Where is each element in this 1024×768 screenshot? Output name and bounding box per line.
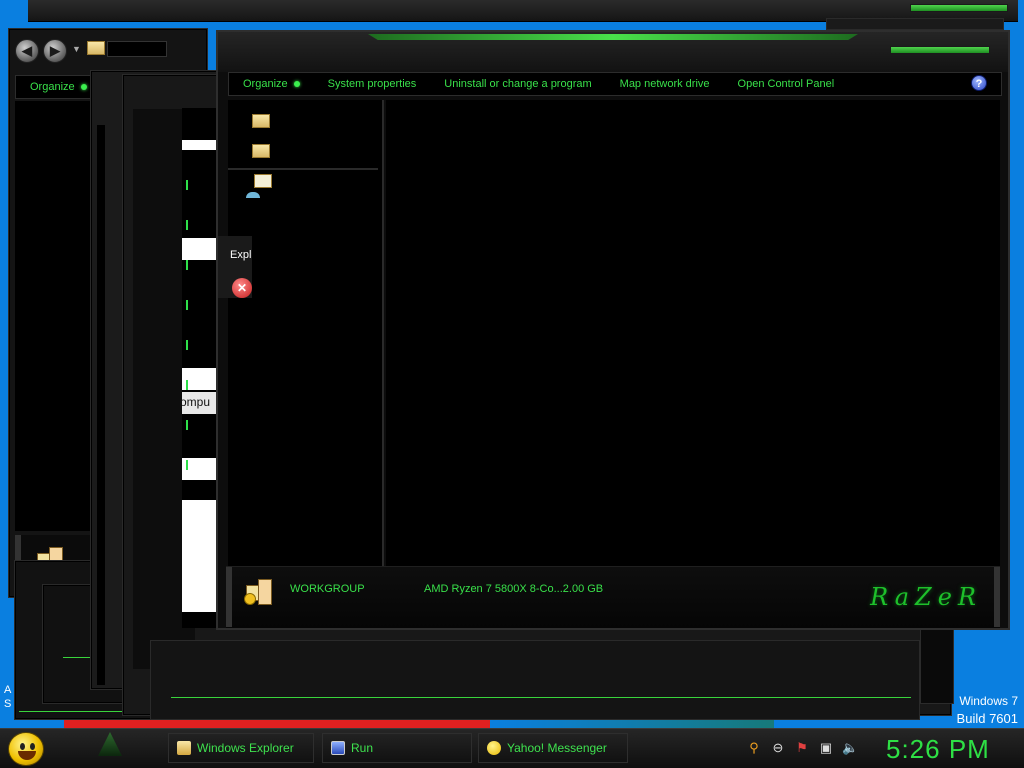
nav-folder-icon[interactable] xyxy=(252,114,270,128)
error-dialog-title: Expl xyxy=(230,249,252,261)
start-orb-mouth xyxy=(18,751,36,760)
taskbar-yahoo-messenger[interactable]: Yahoo! Messenger xyxy=(478,733,628,763)
error-icon: ✕ xyxy=(232,278,252,298)
titlebar-meter xyxy=(910,4,1008,12)
address-bar[interactable] xyxy=(107,41,167,57)
desktop-corner-letter: A xyxy=(4,684,12,696)
uninstall-program-button[interactable]: Uninstall or change a program xyxy=(430,78,605,90)
status-icon[interactable]: ⊖ xyxy=(770,740,786,756)
nav-network-icon[interactable] xyxy=(246,192,260,198)
folder-icon xyxy=(177,741,191,755)
main-explorer-window: Organize System properties Uninstall or … xyxy=(216,30,1010,630)
nav-dropdown-icon[interactable]: ▼ xyxy=(72,44,81,54)
windows-version-watermark: Windows 7 xyxy=(959,694,1018,708)
titlebar-meter xyxy=(890,46,990,54)
open-control-panel-button[interactable]: Open Control Panel xyxy=(724,78,849,90)
organize-menu[interactable]: Organize xyxy=(229,78,314,90)
window-g-white-band xyxy=(182,140,216,150)
processor-memory-label: AMD Ryzen 7 5800X 8-Co...2.00 GB xyxy=(424,583,604,595)
window-g-fragment-text: ompu xyxy=(180,395,211,409)
details-pane: WORKGROUP AMD Ryzen 7 5800X 8-Co...2.00 … xyxy=(226,566,1000,628)
back-button[interactable]: ◀ xyxy=(15,39,39,63)
taskbar-button-label: Windows Explorer xyxy=(197,741,294,755)
content-area[interactable] xyxy=(386,100,1000,566)
network-icon[interactable]: ▣ xyxy=(818,740,834,756)
dropdown-dot-icon xyxy=(293,81,300,88)
yahoo-smiley-icon xyxy=(487,741,501,755)
dropdown-dot-icon xyxy=(80,84,87,91)
start-orb-eye xyxy=(20,743,25,750)
taskbar-run[interactable]: Run xyxy=(322,733,472,763)
run-icon xyxy=(331,741,345,755)
details-left-edge xyxy=(226,567,232,627)
window-d-pane xyxy=(97,125,105,685)
titlebar-green-accent xyxy=(368,34,858,40)
nav-computer-icon[interactable] xyxy=(254,174,272,188)
window-a-organize-menu[interactable]: Organize xyxy=(16,81,101,93)
system-properties-button[interactable]: System properties xyxy=(314,78,431,90)
background-window-strip xyxy=(826,18,1004,30)
map-network-drive-button[interactable]: Map network drive xyxy=(606,78,724,90)
volume-icon[interactable]: 🔈 xyxy=(842,740,858,756)
details-right-edge xyxy=(994,567,1000,627)
window-g-white-band xyxy=(182,500,216,612)
desktop-corner-letter: S xyxy=(4,698,12,710)
razer-logo: RaZeR xyxy=(870,583,982,611)
nav-folder-icon[interactable] xyxy=(252,144,270,158)
main-command-bar: Organize System properties Uninstall or … xyxy=(228,72,1002,96)
background-window-f xyxy=(150,640,920,720)
search-icon[interactable]: ⚲ xyxy=(746,740,762,756)
action-center-flag-icon[interactable]: ⚑ xyxy=(794,740,810,756)
main-window-titlebar[interactable] xyxy=(218,32,1008,72)
window-f-accent-line xyxy=(171,697,911,698)
organize-label: Organize xyxy=(243,78,288,90)
help-icon[interactable]: ? xyxy=(971,75,987,91)
nav-divider xyxy=(228,168,378,170)
address-folder-icon xyxy=(87,41,105,55)
workgroup-label: WORKGROUP xyxy=(290,583,365,595)
taskbar-clock[interactable]: 5:26 PM xyxy=(886,734,990,765)
forward-button[interactable]: ▶ xyxy=(43,39,67,63)
start-orb-eye xyxy=(30,743,35,750)
computer-icon xyxy=(244,577,274,607)
window-g-dashes xyxy=(186,180,188,470)
windows-build-watermark: Build 7601 xyxy=(956,711,1018,726)
navigation-pane xyxy=(228,100,384,566)
start-button[interactable] xyxy=(8,732,44,766)
taskbar-windows-explorer[interactable]: Windows Explorer xyxy=(168,733,314,763)
window-a-organize-label: Organize xyxy=(30,81,75,93)
taskbar-button-label: Run xyxy=(351,741,374,755)
taskbar-button-label: Yahoo! Messenger xyxy=(507,741,607,755)
